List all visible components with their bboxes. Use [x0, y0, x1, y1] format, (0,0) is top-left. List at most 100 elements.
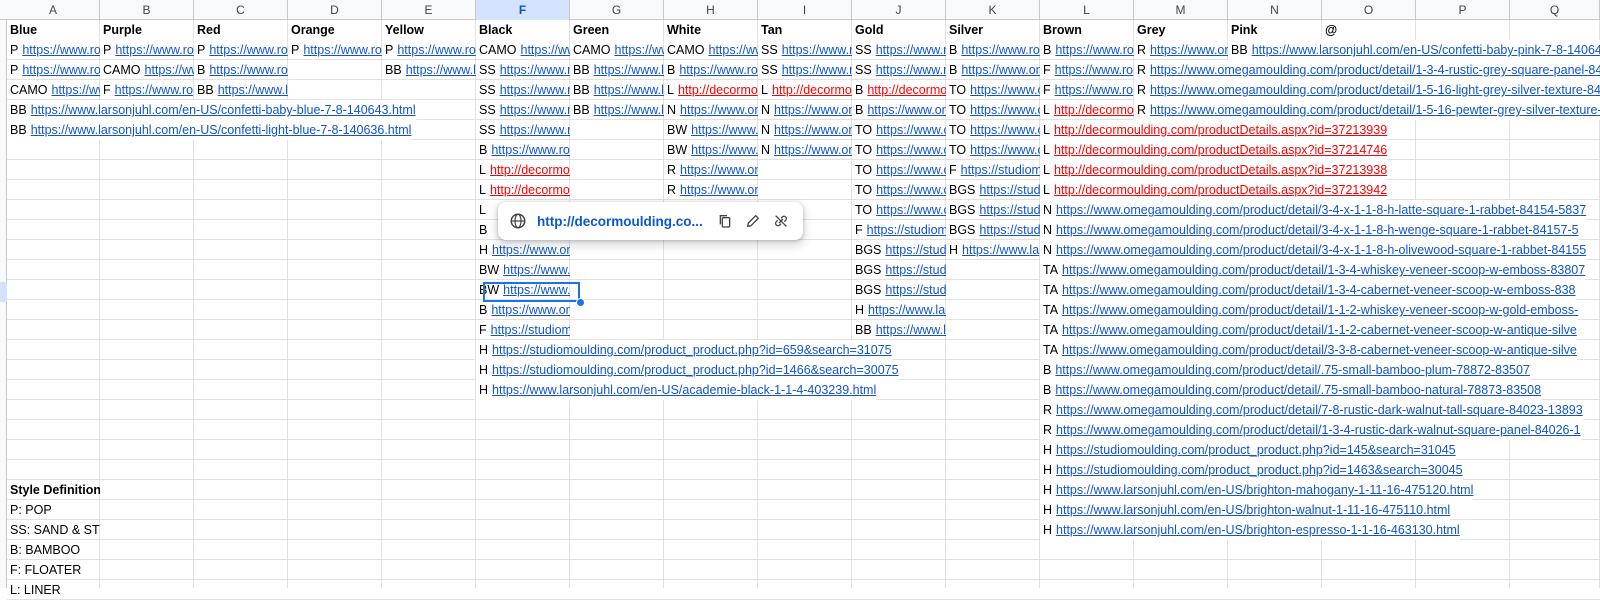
cell-m2[interactable]: Rhttps://www.on	[1134, 40, 1228, 60]
cell-l2[interactable]: Bhttps://www.ro	[1040, 40, 1134, 60]
cell-b4[interactable]: Fhttps://www.ro	[100, 80, 194, 100]
hyperlink[interactable]: https://www.o	[691, 143, 758, 157]
cell-j9[interactable]: TO https://www.o	[852, 180, 946, 200]
hyperlink[interactable]: https://www.on	[774, 123, 852, 137]
hyperlink[interactable]: https://www.r	[500, 63, 570, 77]
cell-a5[interactable]: BB https://www.larsonjuhl.com/en-US/confe…	[7, 100, 416, 120]
cell-f19[interactable]: Hhttps://www.larsonjuhl.com/en-US/academ…	[476, 380, 877, 400]
cell-j3[interactable]: SS https://www.r	[852, 60, 946, 80]
hyperlink[interactable]: https://studiom	[867, 223, 946, 237]
column-header-q[interactable]: Q	[1510, 0, 1600, 20]
hyperlink[interactable]: https://www.omegamoulding.com/product/de…	[503, 283, 570, 297]
hyperlink[interactable]: https://www.on	[680, 103, 758, 117]
hyperlink[interactable]: https://www.omegamoulding.com/product/de…	[1150, 63, 1600, 77]
hyperlink[interactable]: https://www.on	[1150, 43, 1228, 57]
cell-header-k[interactable]: Silver	[946, 20, 1040, 40]
column-header-p[interactable]: P	[1416, 0, 1510, 20]
cell-h4[interactable]: Lhttp://decormo	[664, 80, 758, 100]
cell-g5[interactable]: BB https://www.la	[570, 100, 664, 120]
cell-k11[interactable]: BGS https://stud	[946, 220, 1040, 240]
hyperlink[interactable]: https://www.o	[876, 143, 946, 157]
hyperlink[interactable]: http://decormo	[678, 83, 758, 97]
hyperlink[interactable]: https://www.o	[876, 163, 946, 177]
hyperlink[interactable]: https://ww	[521, 43, 571, 57]
hyperlink[interactable]: http://decormo	[867, 83, 946, 97]
hyperlink[interactable]: https://www.on	[961, 63, 1040, 77]
cell-g3[interactable]: BB https://www.la	[570, 60, 664, 80]
column-header-d[interactable]: D	[288, 0, 382, 20]
hyperlink[interactable]: https://stud	[885, 243, 946, 257]
cell-f9[interactable]: Lhttp://decormoulding.com/produ	[476, 180, 570, 200]
hyperlink[interactable]: http://decormoulding.com/productDetails.…	[1054, 163, 1387, 177]
hyperlink[interactable]: http://decormo	[772, 83, 852, 97]
cell-l16[interactable]: TA https://www.omegamoulding.com/product/…	[1040, 320, 1577, 340]
cell-i5[interactable]: Nhttps://www.on	[758, 100, 852, 120]
column-header-f[interactable]: F	[476, 0, 570, 20]
link-preview-url[interactable]: http://decormoulding.co...	[537, 214, 707, 229]
cell-j7[interactable]: TO https://www.o	[852, 140, 946, 160]
cell-a25[interactable]: P: POP	[7, 500, 100, 520]
hyperlink[interactable]: http://decormoulding.com/produ	[490, 163, 570, 177]
cell-d3[interactable]	[288, 60, 382, 80]
cell-k4[interactable]: TO https://www.o	[946, 80, 1040, 100]
cell-l22[interactable]: Hhttps://studiomoulding.com/product_prod…	[1040, 440, 1456, 460]
hyperlink[interactable]: https://www.ro	[1055, 43, 1134, 57]
cell-header-g[interactable]: Green	[570, 20, 664, 40]
cell-k7[interactable]: TO https://www.o	[946, 140, 1040, 160]
cell-k12[interactable]: Hhttps://www.la	[946, 240, 1040, 260]
spreadsheet-grid[interactable]: ABCDEFGHIJKLMNOPQ Blue Purple Red Orange Yel…	[0, 0, 1600, 600]
cell-l13[interactable]: TA https://www.omegamoulding.com/product/…	[1040, 260, 1586, 280]
hyperlink[interactable]: https://www.omegamoulding.com/product/de…	[1150, 83, 1600, 97]
hyperlink[interactable]: https://www.on	[867, 103, 946, 117]
cell-c3[interactable]: Bhttps://www.romamoulding.com	[194, 60, 288, 80]
column-header-b[interactable]: B	[100, 0, 194, 20]
hyperlink[interactable]: https://www.larsonjuhl.com/en-US/brighto…	[1056, 523, 1460, 537]
hyperlink[interactable]: https://www.r	[876, 43, 946, 57]
hyperlink[interactable]: https://www.o	[876, 123, 946, 137]
hyperlink[interactable]: https://www.la	[406, 63, 476, 77]
cell-f18[interactable]: Hhttps://studiomoulding.com/product_prod…	[476, 360, 899, 380]
cell-i2[interactable]: SS https://www.r	[758, 40, 852, 60]
cell-e4[interactable]	[382, 80, 476, 100]
hyperlink[interactable]: https://studiomoulding.com/product_produ…	[492, 343, 892, 357]
hyperlink[interactable]: https://www.omegamoulding.com/product/de…	[1062, 303, 1578, 317]
cell-header-i[interactable]: Tan	[758, 20, 852, 40]
cell-l5[interactable]: Lhttp://decormo	[1040, 100, 1134, 120]
cell-l9[interactable]: Lhttp://decormoulding.com/productDetails…	[1040, 180, 1388, 200]
hyperlink[interactable]: https://www.larsonjuhl.com/en	[876, 323, 946, 337]
cell-m4[interactable]: Rhttps://www.omegamoulding.com/product/d…	[1134, 80, 1600, 100]
hyperlink[interactable]: https://www.ro	[1055, 83, 1134, 97]
cell-f6[interactable]: SS https://www.romamoulding.com	[476, 120, 570, 140]
edit-icon[interactable]	[743, 211, 763, 231]
cell-j6[interactable]: TO https://www.o	[852, 120, 946, 140]
hyperlink[interactable]: https://www.omegamoulding.com/product/de…	[1150, 103, 1600, 117]
hyperlink[interactable]: https://www.ro	[961, 43, 1040, 57]
hyperlink[interactable]: https://www.larsonjuhl.com/en-US/confett…	[218, 83, 288, 97]
cell-h3[interactable]: Bhttps://www.ro	[664, 60, 758, 80]
column-header-n[interactable]: N	[1228, 0, 1322, 20]
hyperlink[interactable]: https://studiomoulding.com/p	[885, 263, 946, 277]
hyperlink[interactable]: http://decormoulding.com/productDetails.…	[1054, 123, 1387, 137]
cell-f8[interactable]: Lhttp://decormoulding.com/produ	[476, 160, 570, 180]
hyperlink[interactable]: https://studiomoulding.com/product_produ…	[1056, 463, 1463, 477]
cell-header-d[interactable]: Orange	[288, 20, 382, 40]
cell-j5[interactable]: Bhttps://www.on	[852, 100, 946, 120]
cell-e2[interactable]: Phttps://www.ro	[382, 40, 476, 60]
hyperlink[interactable]: https://studiomoulding.com/product_produ…	[491, 323, 570, 337]
hyperlink[interactable]: https://www.o	[691, 123, 758, 137]
column-header-c[interactable]: C	[194, 0, 288, 20]
hyperlink[interactable]: https://www.la	[594, 103, 664, 117]
hyperlink[interactable]: https://www.omegamoulding.com/product/de…	[491, 303, 570, 317]
cell-l15[interactable]: TA https://www.omegamoulding.com/product/…	[1040, 300, 1579, 320]
cell-header-c[interactable]: Red	[194, 20, 288, 40]
cell-h7[interactable]: BWhttps://www.o	[664, 140, 758, 160]
hyperlink[interactable]: https://www.omegamoulding.com/product/de…	[1056, 223, 1579, 237]
hyperlink[interactable]: https://www.o	[970, 123, 1040, 137]
hyperlink[interactable]: https://www.romamoulding.com	[500, 123, 570, 137]
hyperlink[interactable]: http://decormoulding.com/productDetails.…	[1054, 143, 1387, 157]
cell-l24[interactable]: Hhttps://www.larsonjuhl.com/en-US/bright…	[1040, 480, 1474, 500]
hyperlink[interactable]: https://www.romamoulding.com	[491, 143, 570, 157]
hyperlink[interactable]: https://www.o	[876, 203, 946, 217]
column-header-i[interactable]: I	[758, 0, 852, 20]
cell-b3[interactable]: CAMO https://ww	[100, 60, 194, 80]
